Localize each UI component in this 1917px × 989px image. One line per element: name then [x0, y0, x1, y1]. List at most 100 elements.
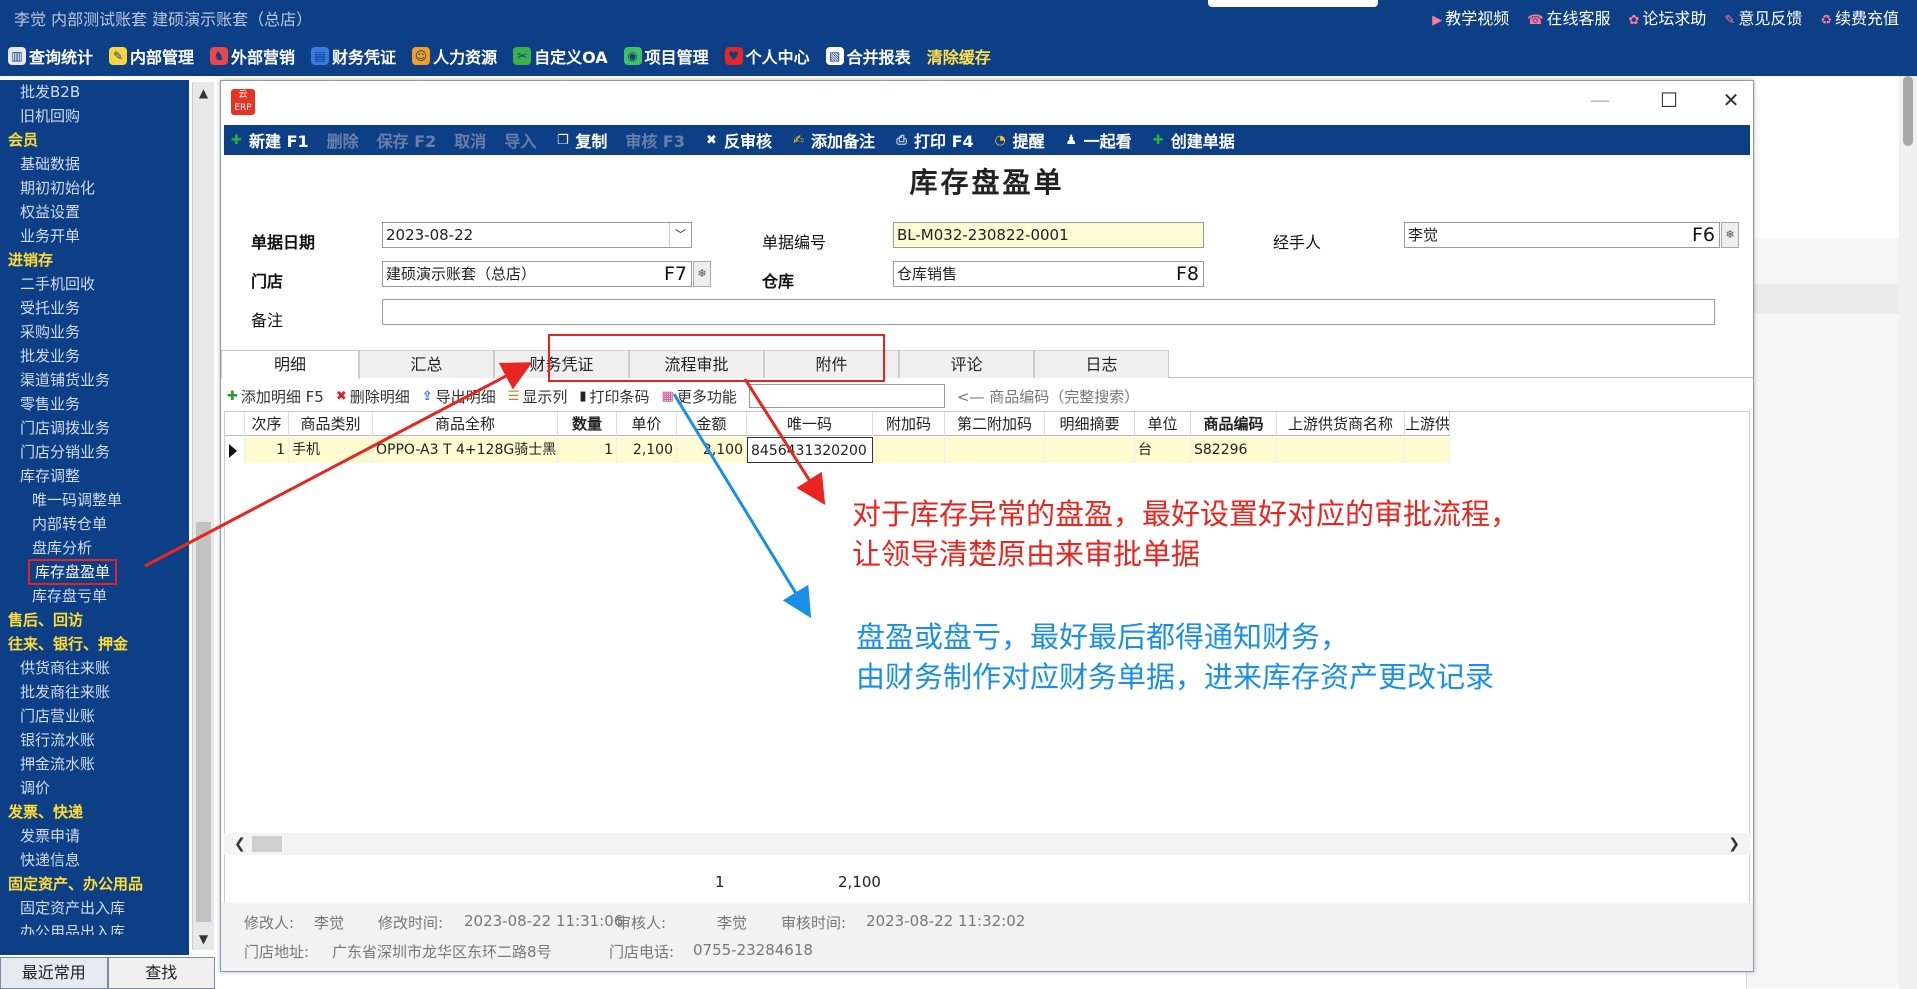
- column-header-1[interactable]: 商品类别: [289, 412, 373, 436]
- sidebar-item-22[interactable]: 售后、回访: [0, 608, 181, 632]
- date-field[interactable]: 2023-08-22 ﹀: [382, 222, 692, 248]
- sidebar-item-6[interactable]: 业务开单: [0, 224, 181, 248]
- sidebar-item-16[interactable]: 库存调整: [0, 464, 181, 488]
- top-link-2[interactable]: ✿ 论坛求助: [1628, 5, 1706, 29]
- grid-cell-11[interactable]: S82296: [1191, 437, 1277, 463]
- grid-cell-3[interactable]: 1: [558, 437, 617, 463]
- toolbar-button-12[interactable]: ✚ 创建单据: [1150, 128, 1235, 152]
- tab-0[interactable]: 明细: [221, 350, 359, 379]
- sidebar-scroll-thumb[interactable]: [196, 522, 211, 922]
- sidebar-item-13[interactable]: 零售业务: [0, 392, 181, 416]
- column-header-0[interactable]: 次序: [245, 412, 289, 436]
- toolbar-button-7[interactable]: ✖ 反审核: [703, 128, 772, 152]
- detail-button-2[interactable]: ⇪ 导出明细: [422, 386, 496, 407]
- search-tab[interactable]: 查找: [107, 957, 215, 989]
- sidebar-scrollbar[interactable]: ▲ ▼: [192, 82, 214, 950]
- top-link-4[interactable]: ♻ 续费充值: [1820, 5, 1899, 29]
- docno-field[interactable]: BL-M032-230822-0001: [893, 222, 1204, 248]
- menu-item-9[interactable]: 清除缓存: [927, 44, 991, 68]
- sidebar-item-1[interactable]: 旧机回购: [0, 104, 181, 128]
- product-code-search-input[interactable]: [748, 384, 945, 408]
- sidebar-item-28[interactable]: 押金流水账: [0, 752, 181, 776]
- detail-button-5[interactable]: ▦ 更多功能: [662, 386, 737, 407]
- menu-item-4[interactable]: ☺ 人力资源: [412, 44, 497, 68]
- column-header-4[interactable]: 单价: [617, 412, 677, 436]
- sidebar-item-11[interactable]: 批发业务: [0, 344, 181, 368]
- toolbar-button-0[interactable]: ✚ 新建 F1: [228, 128, 309, 152]
- detail-button-0[interactable]: ✚ 添加明细 F5: [227, 386, 324, 407]
- sidebar-item-25[interactable]: 批发商往来账: [0, 680, 181, 704]
- sidebar-item-34[interactable]: 固定资产出入库: [0, 896, 181, 920]
- grid-cell-7[interactable]: [873, 437, 945, 463]
- sidebar-item-9[interactable]: 受托业务: [0, 296, 181, 320]
- top-link-3[interactable]: ✎ 意见反馈: [1724, 5, 1802, 29]
- warehouse-field[interactable]: 仓库销售 F8: [893, 261, 1204, 287]
- sidebar-item-0[interactable]: 批发B2B: [0, 80, 181, 104]
- column-header-10[interactable]: 单位: [1135, 412, 1191, 436]
- sidebar-item-20[interactable]: 库存盘盈单: [0, 559, 181, 585]
- sidebar-item-18[interactable]: 内部转仓单: [0, 512, 181, 536]
- column-header-3[interactable]: 数量: [558, 412, 617, 436]
- toolbar-button-5[interactable]: ❐ 复制: [554, 128, 607, 152]
- sidebar-item-2[interactable]: 会员: [0, 128, 181, 152]
- column-header-11[interactable]: 商品编码: [1191, 412, 1277, 436]
- grid-cell-4[interactable]: 2,100: [617, 437, 677, 463]
- scroll-right-icon[interactable]: ❯: [1728, 833, 1740, 855]
- tab-6[interactable]: 日志: [1034, 350, 1169, 378]
- grid-cell-9[interactable]: [1045, 437, 1135, 463]
- menu-item-7[interactable]: ♥ 个人中心: [724, 44, 810, 68]
- top-link-1[interactable]: ☎ 在线客服: [1527, 5, 1610, 29]
- menu-item-3[interactable]: ▤ 财务凭证: [311, 44, 396, 68]
- sidebar-item-17[interactable]: 唯一码调整单: [0, 488, 181, 512]
- menu-item-0[interactable]: ▥ 查询统计: [8, 44, 93, 68]
- scroll-up-icon[interactable]: ▲: [193, 82, 214, 104]
- grid-cell-1[interactable]: 手机: [289, 437, 373, 463]
- recent-tab[interactable]: 最近常用: [0, 957, 108, 989]
- column-header-12[interactable]: 上游供货商名称: [1277, 412, 1405, 436]
- top-link-0[interactable]: ▶ 教学视频: [1432, 5, 1509, 29]
- sidebar-item-29[interactable]: 调价: [0, 776, 181, 800]
- scroll-left-icon[interactable]: ❮: [234, 833, 246, 855]
- column-header-5[interactable]: 金额: [677, 412, 747, 436]
- minimize-button[interactable]: —: [1580, 87, 1620, 115]
- sidebar-item-4[interactable]: 期初初始化: [0, 176, 181, 200]
- column-header-7[interactable]: 附加码: [873, 412, 945, 436]
- column-header-13[interactable]: 上游供: [1405, 412, 1450, 436]
- sidebar-item-31[interactable]: 发票申请: [0, 824, 181, 848]
- column-header-2[interactable]: 商品全称: [373, 412, 558, 436]
- grid-cell-0[interactable]: 1: [245, 437, 289, 463]
- sidebar-item-15[interactable]: 门店分销业务: [0, 440, 181, 464]
- toolbar-button-9[interactable]: ⎙ 打印 F4: [893, 128, 973, 152]
- handler-picker-icon[interactable]: ❄: [1721, 222, 1739, 248]
- page-scrollbar[interactable]: [1899, 76, 1917, 989]
- sidebar-item-35[interactable]: 办公用品出入库: [0, 920, 181, 935]
- detail-button-1[interactable]: ✖ 删除明细: [336, 386, 410, 407]
- detail-button-4[interactable]: ▮ 打印条码: [579, 386, 649, 407]
- tab-5[interactable]: 评论: [899, 350, 1034, 378]
- sidebar-item-19[interactable]: 盘库分析: [0, 536, 181, 560]
- store-picker-icon[interactable]: ❄: [693, 261, 711, 287]
- sidebar-item-5[interactable]: 权益设置: [0, 200, 181, 224]
- menu-item-5[interactable]: ✂ 自定义OA: [513, 44, 608, 68]
- sidebar-item-14[interactable]: 门店调拨业务: [0, 416, 181, 440]
- sidebar-item-24[interactable]: 供货商往来账: [0, 656, 181, 680]
- sidebar-item-21[interactable]: 库存盘亏单: [0, 584, 181, 608]
- sidebar-item-7[interactable]: 进销存: [0, 248, 181, 272]
- detail-button-3[interactable]: ☰ 显示列: [508, 386, 568, 407]
- grid-cell-12[interactable]: [1277, 437, 1405, 463]
- sidebar-item-33[interactable]: 固定资产、办公用品: [0, 872, 181, 896]
- tab-1[interactable]: 汇总: [359, 350, 494, 378]
- toolbar-button-11[interactable]: ♟ 一起看: [1063, 128, 1131, 152]
- toolbar-button-8[interactable]: ✍ 添加备注: [790, 128, 875, 152]
- grid-horizontal-scrollbar[interactable]: ❮ ❯: [224, 833, 1750, 855]
- column-header-6[interactable]: 唯一码: [747, 412, 873, 436]
- grid-cell-2[interactable]: OPPO-A3 T 4+128G骑士黑: [373, 437, 558, 463]
- grid-cell-5[interactable]: 2,100: [677, 437, 747, 463]
- sidebar-item-26[interactable]: 门店营业账: [0, 704, 181, 728]
- sidebar-item-23[interactable]: 往来、银行、押金: [0, 632, 181, 656]
- handler-field[interactable]: 李觉 F6: [1404, 222, 1720, 248]
- sidebar-item-30[interactable]: 发票、快递: [0, 800, 181, 824]
- grid-cell-6[interactable]: 8456431320200: [747, 437, 873, 463]
- table-row[interactable]: 1 手机 OPPO-A3 T 4+128G骑士黑 1 2,100 2,100 8456431…: [225, 437, 1450, 463]
- sidebar-item-3[interactable]: 基础数据: [0, 152, 181, 176]
